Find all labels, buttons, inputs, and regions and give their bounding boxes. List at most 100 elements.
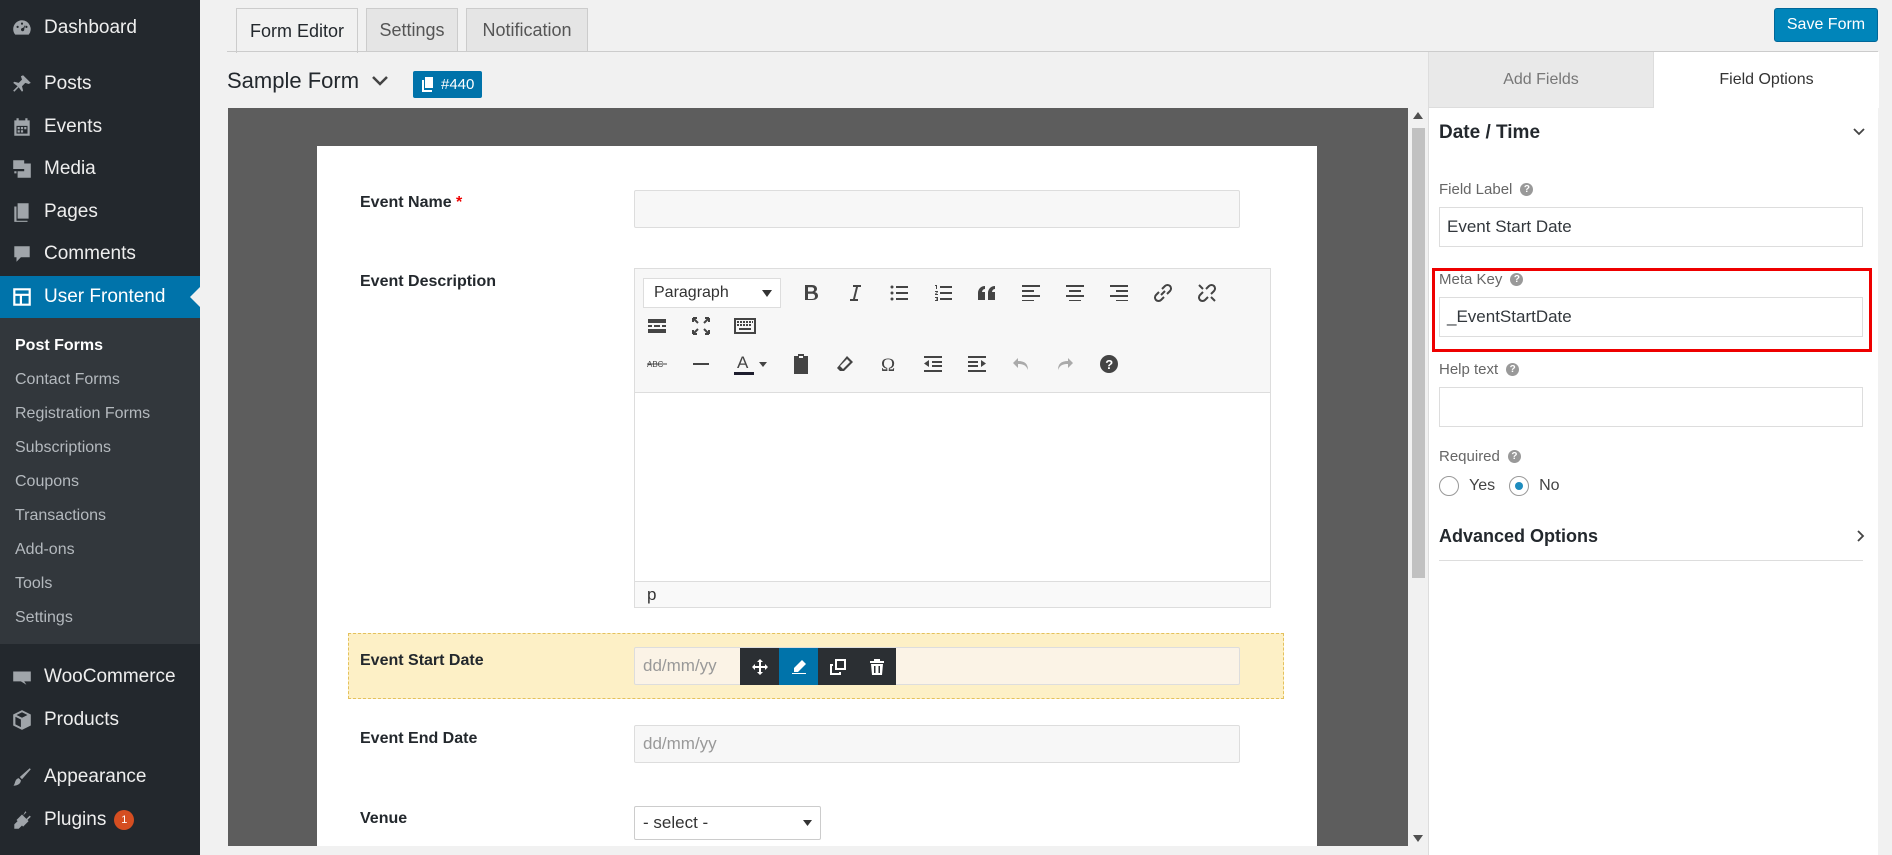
admin-sidebar: Dashboard Posts Events Media Pages Comme… [0, 0, 200, 855]
indent-icon[interactable] [955, 347, 999, 381]
brush-icon [10, 765, 34, 789]
menu-pages[interactable]: Pages [0, 191, 200, 233]
help-icon[interactable]: ? [1506, 363, 1520, 376]
scroll-down-icon[interactable] [1413, 835, 1423, 842]
strikethrough-icon[interactable]: ABC [635, 347, 679, 381]
scroll-up-icon[interactable] [1413, 112, 1423, 119]
link-icon[interactable] [1141, 276, 1185, 310]
field-type-heading[interactable]: Date / Time [1439, 122, 1540, 144]
duplicate-icon[interactable] [818, 648, 857, 685]
bullet-list-icon[interactable] [877, 276, 921, 310]
pin-icon [10, 72, 34, 96]
required-label-text: Required [1439, 448, 1500, 465]
meta-key-label: Meta Key? [1439, 271, 1524, 288]
menu-label: Products [44, 709, 119, 730]
menu-woocommerce[interactable]: WooCommerce [0, 656, 200, 698]
edit-pencil-icon[interactable] [779, 648, 818, 685]
clear-formatting-icon[interactable] [823, 347, 867, 381]
form-title-switcher[interactable]: Sample Form [227, 68, 389, 94]
menu-dashboard[interactable]: Dashboard [0, 7, 200, 49]
menu-label: Dashboard [44, 17, 137, 38]
redo-icon[interactable] [1043, 347, 1087, 381]
help-text-label-text: Help text [1439, 361, 1499, 378]
text-color-icon[interactable]: A [723, 347, 779, 381]
field-label-input[interactable]: Event Start Date [1439, 207, 1863, 247]
form-shortcode-badge[interactable]: #440 [413, 71, 483, 98]
submenu-tools[interactable]: Tools [15, 575, 52, 593]
menu-posts[interactable]: Posts [0, 63, 200, 105]
help-icon[interactable]: ? [1520, 183, 1534, 196]
date-placeholder: dd/mm/yy [643, 656, 717, 675]
field-panel: Add Fields Field Options Date / Time Fie… [1428, 52, 1879, 855]
insert-more-icon[interactable] [635, 309, 679, 343]
tab-notification[interactable]: Notification [466, 8, 588, 52]
svg-text:?: ? [1105, 357, 1113, 372]
menu-label: Media [44, 158, 96, 179]
outdent-icon[interactable] [911, 347, 955, 381]
submenu-transactions[interactable]: Transactions [15, 507, 106, 525]
blockquote-icon[interactable] [965, 276, 1009, 310]
horizontal-line-icon[interactable] [679, 347, 723, 381]
event-description-label: Event Description [360, 273, 497, 290]
scroll-thumb[interactable] [1412, 128, 1425, 578]
move-icon[interactable] [740, 648, 779, 685]
menu-events[interactable]: Events [0, 106, 200, 148]
menu-comments[interactable]: Comments [0, 233, 200, 275]
event-start-date-input[interactable]: dd/mm/yy [634, 647, 1240, 685]
required-yes-radio[interactable] [1439, 476, 1459, 496]
save-form-button[interactable]: Save Form [1774, 8, 1878, 42]
meta-key-label-text: Meta Key [1439, 271, 1503, 288]
help-icon[interactable]: ? [1507, 450, 1521, 463]
dropdown-arrow-icon [803, 820, 812, 826]
menu-media[interactable]: Media [0, 148, 200, 190]
submenu-coupons[interactable]: Coupons [15, 473, 79, 491]
special-character-icon[interactable]: Ω [867, 347, 911, 381]
menu-plugins[interactable]: Plugins 1 [0, 799, 200, 841]
user-frontend-submenu: Post Forms Contact Forms Registration Fo… [0, 318, 200, 644]
event-name-input[interactable] [634, 190, 1240, 228]
tab-settings[interactable]: Settings [366, 8, 458, 52]
fullscreen-icon[interactable] [679, 309, 723, 343]
menu-appearance[interactable]: Appearance [0, 756, 200, 798]
help-icon[interactable]: ? [1087, 347, 1131, 381]
format-select[interactable]: Paragraph [643, 278, 781, 308]
help-icon[interactable]: ? [1510, 273, 1524, 286]
submenu-contact-forms[interactable]: Contact Forms [15, 371, 120, 389]
svg-text:A: A [737, 353, 749, 372]
meta-key-input[interactable]: _EventStartDate [1439, 297, 1863, 337]
tab-form-editor[interactable]: Form Editor [236, 8, 358, 53]
keyboard-icon[interactable] [723, 309, 767, 343]
menu-user-frontend[interactable]: User Frontend [0, 276, 200, 318]
align-left-icon[interactable] [1009, 276, 1053, 310]
unlink-icon[interactable] [1185, 276, 1229, 310]
submenu-add-ons[interactable]: Add-ons [15, 541, 75, 559]
numbered-list-icon[interactable] [921, 276, 965, 310]
copy-icon [422, 76, 433, 92]
tab-add-fields[interactable]: Add Fields [1429, 52, 1654, 108]
menu-label: Comments [44, 243, 136, 264]
align-right-icon[interactable] [1097, 276, 1141, 310]
undo-icon[interactable] [999, 347, 1043, 381]
event-end-date-input[interactable]: dd/mm/yy [634, 725, 1240, 763]
bold-icon[interactable] [789, 276, 833, 310]
submenu-subscriptions[interactable]: Subscriptions [15, 439, 111, 457]
tab-field-options[interactable]: Field Options [1654, 52, 1879, 108]
trash-icon[interactable] [857, 648, 896, 685]
italic-icon[interactable] [833, 276, 877, 310]
rich-text-editor[interactable]: Paragraph ABC A Ω ? p [634, 268, 1271, 608]
advanced-options-toggle[interactable]: Advanced Options [1439, 526, 1598, 547]
required-no-radio[interactable] [1509, 476, 1530, 496]
menu-products[interactable]: Products [0, 699, 200, 741]
align-center-icon[interactable] [1053, 276, 1097, 310]
menu-label: Appearance [44, 766, 147, 787]
canvas-scrollbar[interactable] [1408, 108, 1428, 846]
submenu-settings[interactable]: Settings [15, 609, 73, 627]
chevron-right-icon[interactable] [1857, 530, 1865, 542]
chevron-down-icon[interactable] [1853, 128, 1865, 136]
event-end-date-label: Event End Date [360, 730, 478, 747]
venue-select[interactable]: - select - [634, 806, 821, 840]
help-text-input[interactable] [1439, 387, 1863, 427]
submenu-post-forms[interactable]: Post Forms [15, 337, 103, 355]
submenu-registration-forms[interactable]: Registration Forms [15, 405, 150, 423]
paste-text-icon[interactable] [779, 347, 823, 381]
